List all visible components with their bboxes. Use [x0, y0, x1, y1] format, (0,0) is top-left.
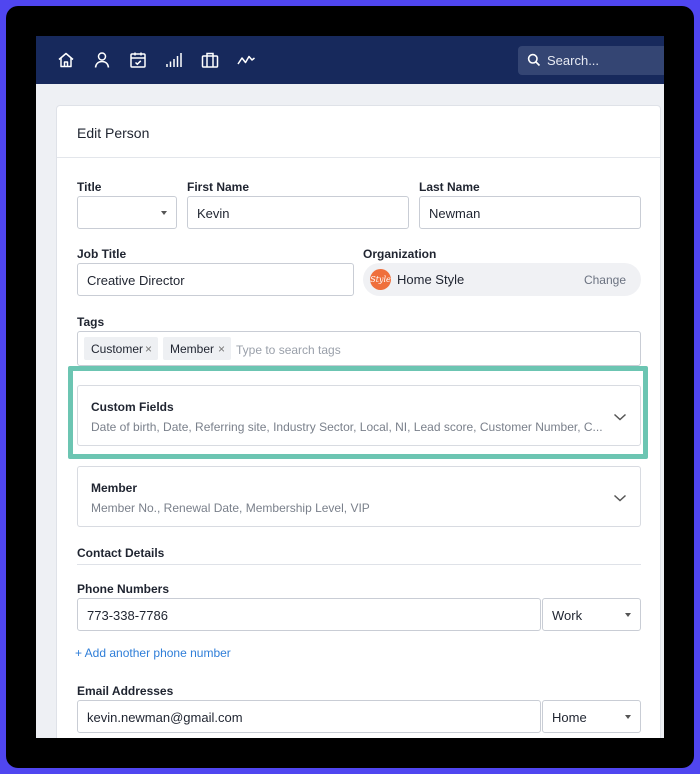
member-summary: Member No., Renewal Date, Membership Lev… [91, 501, 370, 515]
add-phone-link[interactable]: + Add another phone number [75, 646, 231, 660]
home-icon[interactable] [56, 50, 76, 70]
briefcase-icon[interactable] [200, 50, 220, 70]
organization-label: Organization [363, 247, 437, 261]
last-name-label: Last Name [419, 180, 480, 194]
caret-down-icon [625, 613, 631, 617]
tags-label: Tags [77, 315, 105, 329]
email-type-select[interactable]: Home [542, 700, 641, 733]
top-navigation-bar: Search... [36, 36, 664, 84]
phone-number-field[interactable]: 773-338-7786 [77, 598, 541, 631]
phone-type-value: Work [552, 608, 583, 623]
close-icon[interactable]: × [218, 342, 225, 356]
tags-placeholder: Type to search tags [236, 343, 341, 357]
member-panel[interactable]: Member Member No., Renewal Date, Members… [77, 466, 641, 527]
first-name-label: First Name [187, 180, 250, 194]
organization-change-button[interactable]: Change [584, 273, 626, 287]
phone-type-select[interactable]: Work [542, 598, 641, 631]
calendar-icon[interactable] [128, 50, 148, 70]
card-title: Edit Person [57, 106, 660, 158]
tag-chip: Member × [163, 337, 231, 360]
email-field[interactable]: kevin.newman@gmail.com [77, 700, 541, 733]
activity-icon[interactable] [236, 50, 256, 70]
bar-chart-icon[interactable] [164, 50, 184, 70]
email-type-value: Home [552, 710, 587, 725]
custom-fields-highlight [68, 366, 648, 459]
organization-field[interactable]: Style Home Style Change [363, 263, 641, 296]
title-select[interactable] [77, 196, 177, 229]
tag-chip-label: Member [170, 342, 215, 356]
contact-details-heading: Contact Details [77, 546, 165, 560]
first-name-field[interactable]: Kevin [187, 196, 409, 229]
title-label: Title [77, 180, 102, 194]
tags-input[interactable]: Customer × Member × Type to search tags [77, 331, 641, 366]
close-icon[interactable]: × [145, 342, 152, 356]
email-addresses-label: Email Addresses [77, 684, 174, 698]
organization-logo: Style [370, 269, 391, 290]
person-icon[interactable] [92, 50, 112, 70]
app-window: Search... Edit Person Title First Name K… [36, 36, 664, 738]
caret-down-icon [161, 211, 167, 215]
search-icon [527, 53, 541, 67]
chevron-down-icon[interactable] [613, 490, 627, 502]
tag-chip: Customer × [84, 337, 158, 360]
last-name-field[interactable]: Newman [419, 196, 641, 229]
phone-numbers-label: Phone Numbers [77, 582, 170, 596]
tag-chip-label: Customer [91, 342, 144, 356]
job-title-label: Job Title [77, 247, 127, 261]
organization-name: Home Style [397, 272, 465, 287]
caret-down-icon [625, 715, 631, 719]
job-title-field[interactable]: Creative Director [77, 263, 354, 296]
member-title: Member [91, 481, 138, 495]
search-placeholder: Search... [547, 53, 600, 68]
section-divider [77, 564, 641, 565]
search-box[interactable]: Search... [518, 46, 664, 75]
